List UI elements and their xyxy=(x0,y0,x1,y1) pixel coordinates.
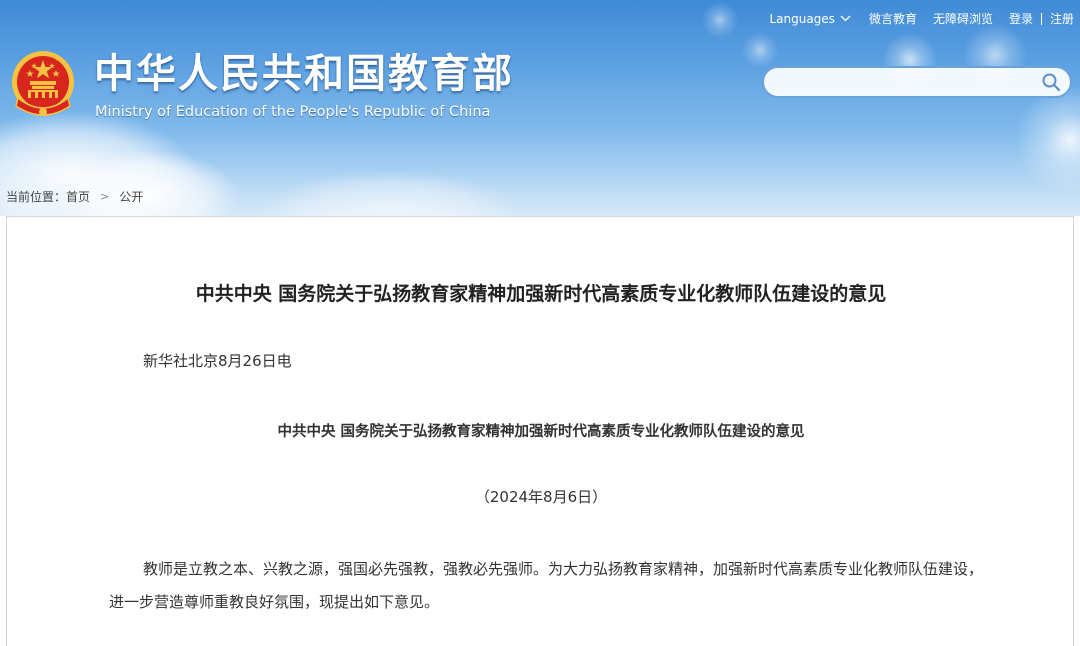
site-header: 中华人民共和国教育部 Ministry of Education of the … xyxy=(0,0,1080,216)
article-dateline: 新华社北京8月26日电 xyxy=(143,352,292,370)
cloud-decoration xyxy=(260,170,520,216)
search-icon xyxy=(1042,73,1061,92)
divider xyxy=(1040,12,1042,25)
search-input[interactable] xyxy=(764,74,1038,90)
breadcrumb-current[interactable]: 公开 xyxy=(119,188,143,205)
national-emblem-icon xyxy=(12,51,74,116)
breadcrumb: 当前位置： 首页 > 公开 xyxy=(6,188,143,205)
top-links: Languages 微言教育 无障碍浏览 登录 注册 xyxy=(769,10,1074,27)
site-subtitle: Ministry of Education of the People's Re… xyxy=(95,104,491,120)
document-date: （2024年8月6日） xyxy=(474,488,608,506)
chevron-right-icon: > xyxy=(100,190,110,203)
search-box xyxy=(762,66,1072,98)
article-card: 中共中央 国务院关于弘扬教育家精神加强新时代高素质专业化教师队伍建设的意见 新华… xyxy=(6,216,1074,646)
languages-dropdown[interactable]: Languages xyxy=(769,11,851,26)
breadcrumb-home[interactable]: 首页 xyxy=(66,188,90,205)
dandelion-decoration xyxy=(700,0,740,40)
register-link[interactable]: 注册 xyxy=(1050,10,1074,27)
body-paragraph: 教师是立教之本、兴教之源，强国必先强教，强教必先强师。为大力弘扬教育家精神，加强… xyxy=(109,560,984,611)
languages-label: Languages xyxy=(769,11,835,26)
search-button[interactable] xyxy=(1038,69,1064,95)
accessibility-link[interactable]: 无障碍浏览 xyxy=(933,10,993,27)
document-title: 中共中央 国务院关于弘扬教育家精神加强新时代高素质专业化教师队伍建设的意见 xyxy=(277,424,805,440)
login-link[interactable]: 登录 xyxy=(1009,10,1033,27)
dandelion-decoration xyxy=(740,30,780,70)
breadcrumb-prefix: 当前位置： xyxy=(6,190,67,204)
weibo-link[interactable]: 微言教育 xyxy=(869,10,917,27)
site-title[interactable]: 中华人民共和国教育部 xyxy=(94,50,514,98)
dandelion-decoration xyxy=(1010,80,1080,200)
chevron-down-icon xyxy=(840,15,851,22)
article-title: 中共中央 国务院关于弘扬教育家精神加强新时代高素质专业化教师队伍建设的意见 xyxy=(195,283,887,305)
